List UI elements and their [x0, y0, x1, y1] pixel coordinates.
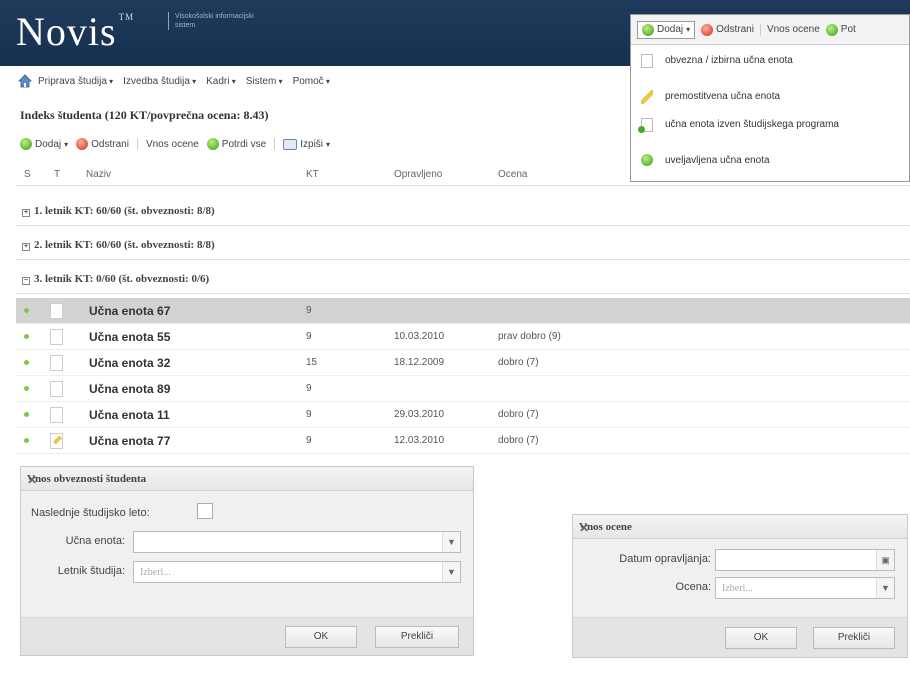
confirm-all-button[interactable]: Potrdi vse [206, 138, 266, 150]
grade-combobox[interactable]: Izberi... ▼ [715, 577, 895, 599]
confirm-icon [206, 138, 219, 150]
remove-button[interactable]: Odstrani [76, 138, 129, 150]
menu-item-priprava[interactable]: Priprava študija [38, 76, 113, 87]
col-grade[interactable]: Ocena [498, 169, 527, 180]
ok-button[interactable]: OK [285, 626, 357, 648]
date-label: Datum opravljanja: [619, 553, 711, 565]
col-name[interactable]: Naziv [86, 169, 111, 180]
date-field[interactable]: ▣ [715, 549, 895, 571]
add-dropdown-menu: Dodaj ▾ Odstrani Vnos ocene Pot obvezna /… [630, 14, 910, 182]
dropdown-toolbar: Dodaj ▾ Odstrani Vnos ocene Pot [631, 15, 909, 45]
app-tagline: Visokošolski informacijski sistem [168, 12, 258, 30]
document-icon [641, 54, 653, 68]
menu-item-pomoc[interactable]: Pomoč [293, 76, 330, 87]
cancel-button[interactable]: Prekliči [813, 627, 895, 649]
document-icon [50, 381, 63, 397]
menu-item-bridging-unit[interactable]: premostitvena učna enota [631, 85, 909, 109]
close-icon[interactable]: ✕ [579, 521, 901, 536]
menu-item-recognized-unit[interactable]: uveljavljena učna enota [631, 149, 909, 173]
menu-item-kadri[interactable]: Kadri [206, 76, 236, 87]
confirm-icon [825, 23, 838, 36]
document-icon [50, 355, 63, 371]
enter-grades-button[interactable]: Vnos ocene [767, 24, 820, 35]
cancel-button[interactable]: Prekliči [375, 626, 459, 648]
document-icon [50, 329, 63, 345]
col-kt[interactable]: KT [306, 169, 319, 180]
toolbar-separator [136, 138, 138, 150]
chevron-down-icon[interactable]: ▼ [442, 562, 460, 582]
col-done[interactable]: Opravljeno [394, 169, 442, 180]
year-combobox[interactable]: Izberi... ▼ [133, 561, 461, 583]
toolbar-separator [274, 138, 276, 150]
menu-item-required-unit[interactable]: obvezna / izbirna učna enota [631, 49, 909, 73]
add-button[interactable]: Dodaj ▾ [637, 20, 696, 39]
grid-toolbar: Dodaj ▾ Odstrani Vnos ocene Potrdi vse Iz… [20, 134, 330, 154]
status-dot-icon [24, 438, 29, 443]
obligation-dialog: Vnos obveznosti študenta ✕ Naslednje štu… [20, 466, 474, 656]
table-row[interactable]: Učna enota 11 9 29.03.2010 dobro (7) [16, 402, 910, 428]
home-icon[interactable] [18, 74, 32, 88]
col-t[interactable]: T [54, 169, 60, 180]
menu-item-sistem[interactable]: Sistem [246, 76, 283, 87]
menu-item-external-unit[interactable]: učna enota izven študijskega programa [631, 113, 909, 137]
print-button[interactable]: Izpiši ▾ [283, 138, 331, 150]
status-dot-icon [24, 386, 29, 391]
unit-combobox[interactable]: ▼ [133, 531, 461, 553]
add-icon [20, 138, 32, 150]
add-button[interactable]: Dodaj ▾ [20, 138, 68, 150]
grade-dialog: Vnos ocene ✕ Datum opravljanja: ▣ Ocena:… [572, 514, 908, 658]
status-dot-icon [24, 360, 29, 365]
enter-grades-button[interactable]: Vnos ocene [146, 139, 199, 150]
group-year-3[interactable]: −3. letnik KT: 0/60 (št. obveznosti: 0/6… [16, 264, 910, 294]
app-logo[interactable]: Novis TM [16, 8, 134, 55]
document-icon [50, 407, 63, 423]
close-icon[interactable]: ✕ [27, 473, 467, 488]
remove-icon [701, 23, 714, 36]
next-year-label: Naslednje študijsko leto: [31, 507, 150, 519]
grade-label: Ocena: [675, 581, 711, 593]
panel-title: Indeks študenta (120 KT/povprečna ocena:… [20, 108, 269, 122]
chevron-down-icon[interactable]: ▼ [442, 532, 460, 552]
calendar-icon[interactable]: ▣ [876, 550, 894, 570]
pencil-document-icon [50, 433, 63, 449]
table-row[interactable]: Učna enota 55 9 10.03.2010 prav dobro (9… [16, 324, 910, 350]
remove-button[interactable]: Odstrani [701, 23, 754, 36]
unit-label: Učna enota: [65, 535, 125, 547]
expand-icon[interactable]: + [22, 209, 30, 217]
menu-item-izvedba[interactable]: Izvedba študija [123, 76, 196, 87]
confirm-all-button[interactable]: Pot [825, 23, 856, 36]
next-year-checkbox[interactable] [197, 503, 213, 519]
dialog-footer: OK Prekliči [21, 617, 473, 655]
pencil-icon [641, 90, 653, 104]
table-row[interactable]: Učna enota 67 9 [16, 298, 910, 324]
chevron-down-icon[interactable]: ▼ [876, 578, 894, 598]
group-year-2[interactable]: +2. letnik KT: 60/60 (št. obveznosti: 8/… [16, 230, 910, 260]
year-label: Letnik študija: [57, 565, 125, 577]
recognized-icon [641, 154, 653, 166]
dialog-footer: OK Prekliči [573, 617, 907, 657]
table-row[interactable]: Učna enota 77 9 12.03.2010 dobro (7) [16, 428, 910, 454]
remove-icon [76, 138, 89, 150]
printer-icon [283, 138, 298, 150]
chevron-down-icon: ▾ [326, 139, 331, 149]
add-icon [642, 23, 654, 36]
external-document-icon [638, 118, 653, 133]
chevron-down-icon: ▾ [64, 139, 69, 149]
document-icon [50, 303, 63, 319]
table-row[interactable]: Učna enota 89 9 [16, 376, 910, 402]
status-dot-icon [24, 412, 29, 417]
group-year-1[interactable]: +1. letnik KT: 60/60 (št. obveznosti: 8/… [16, 196, 910, 226]
chevron-down-icon: ▾ [686, 25, 691, 34]
status-dot-icon [24, 308, 29, 313]
col-s[interactable]: S [24, 169, 31, 180]
collapse-icon[interactable]: − [22, 277, 30, 285]
table-row[interactable]: Učna enota 32 15 18.12.2009 dobro (7) [16, 350, 910, 376]
dialog-titlebar[interactable]: Vnos obveznosti študenta ✕ [21, 467, 473, 491]
toolbar-separator [759, 23, 761, 36]
status-dot-icon [24, 334, 29, 339]
expand-icon[interactable]: + [22, 243, 30, 251]
dialog-titlebar[interactable]: Vnos ocene ✕ [573, 515, 907, 539]
ok-button[interactable]: OK [725, 627, 797, 649]
